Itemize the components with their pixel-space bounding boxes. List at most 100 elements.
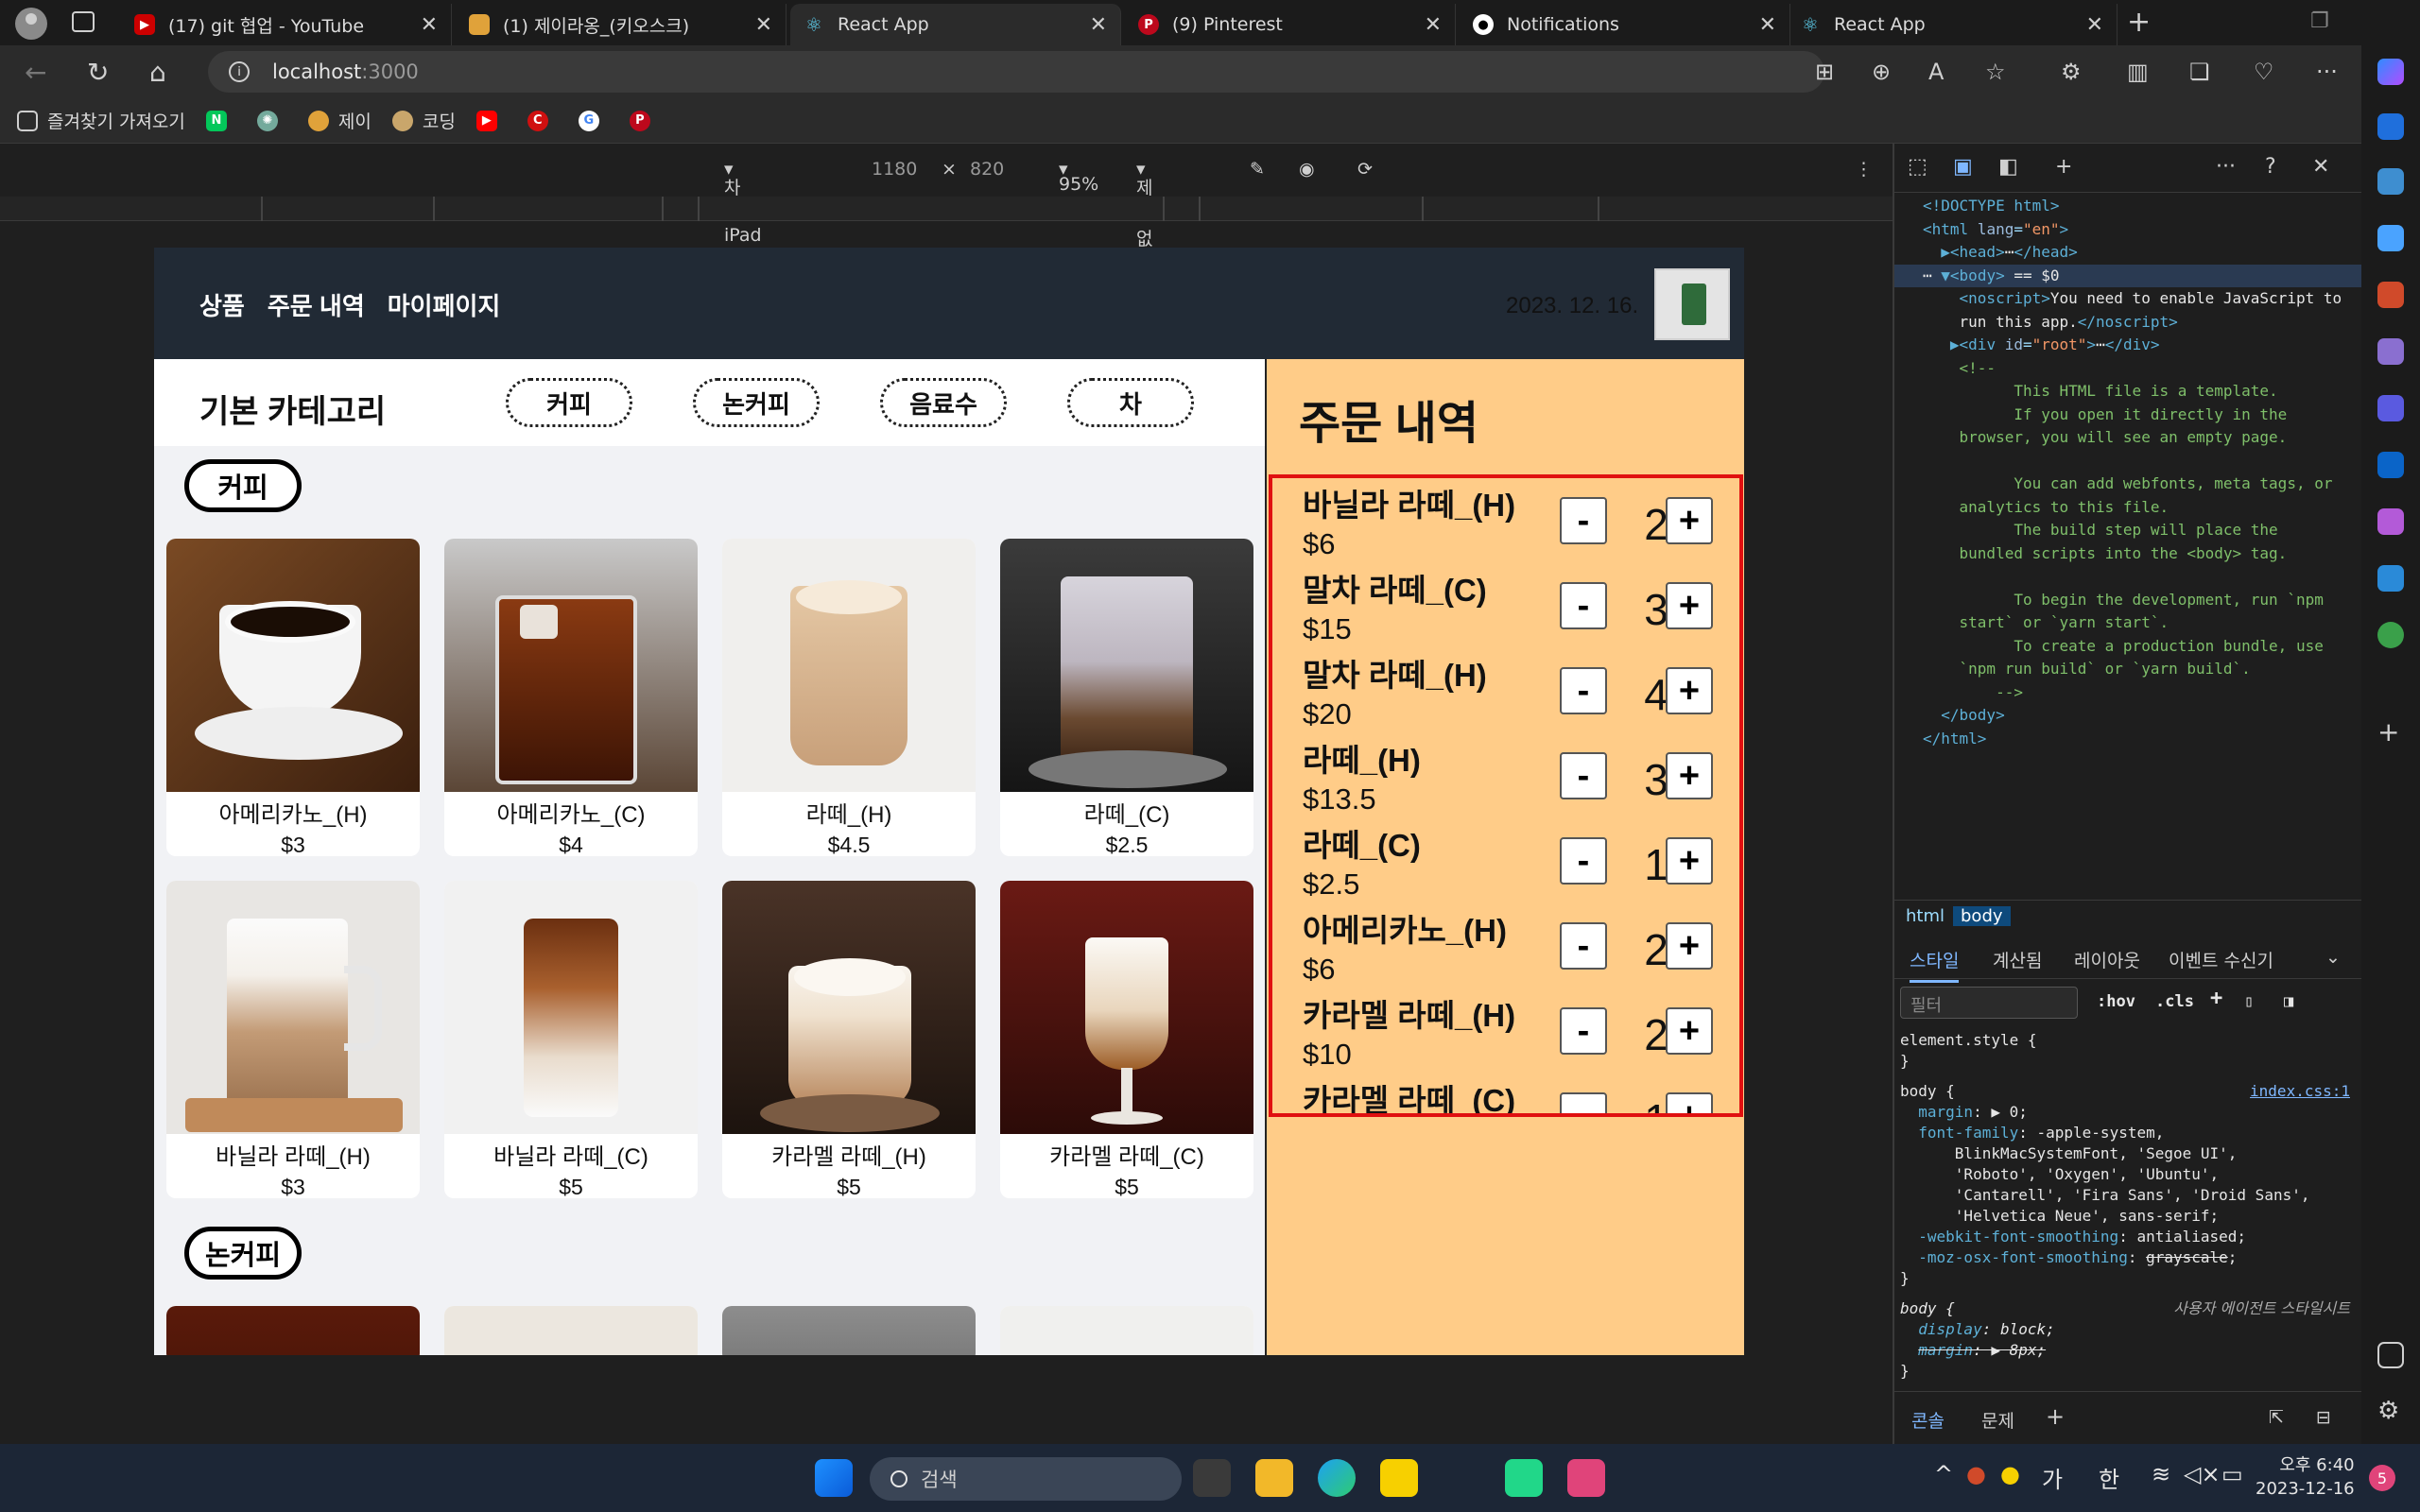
favorite-naver[interactable]: N: [205, 110, 236, 131]
close-tab-icon[interactable]: ✕: [1090, 13, 1107, 37]
tools-icon[interactable]: [2377, 282, 2404, 308]
kakaotalk-icon[interactable]: [1380, 1459, 1418, 1497]
tab-actions-icon[interactable]: [72, 11, 95, 32]
shopping-icon[interactable]: [2377, 225, 2404, 251]
ime-mode[interactable]: 가: [2042, 1461, 2063, 1494]
tray-chevron-icon[interactable]: ^: [1934, 1461, 1953, 1487]
elements-tree[interactable]: <!DOCTYPE html> <html lang="en"> ▶<head>…: [1894, 195, 2361, 750]
tab-styles[interactable]: 스타일: [1910, 947, 1960, 983]
back-icon[interactable]: ←: [25, 57, 46, 88]
help-icon[interactable]: ?: [2265, 155, 2276, 179]
taskbar-search[interactable]: 검색: [870, 1457, 1182, 1501]
windows-start-icon[interactable]: [815, 1459, 853, 1497]
dock-icon[interactable]: ◧: [1998, 155, 2018, 179]
product-card[interactable]: 바닐라 라떼_(C) $5: [444, 881, 698, 1198]
nav-products[interactable]: 상품: [199, 287, 245, 322]
tree-icon[interactable]: [2377, 622, 2404, 648]
site-info-icon[interactable]: i: [229, 61, 250, 82]
product-card[interactable]: [166, 1306, 420, 1355]
product-card[interactable]: [1000, 1306, 1253, 1355]
category-coffee-button[interactable]: 커피: [506, 378, 632, 427]
new-tab-icon[interactable]: +: [2127, 6, 2151, 39]
inspect-icon[interactable]: ⬚: [1908, 155, 1927, 179]
product-card[interactable]: 카라멜 라떼_(H) $5: [722, 881, 976, 1198]
tab-notifications[interactable]: ● Notifications ✕: [1460, 4, 1790, 45]
battery-icon[interactable]: ▭: [2221, 1461, 2243, 1487]
product-card[interactable]: 라떼_(H) $4.5: [722, 539, 976, 856]
favorite-youtube[interactable]: ▶: [475, 110, 507, 131]
tab-kiosk[interactable]: (1) 제이라옹_(키오스크) ✕: [456, 4, 786, 45]
split-screen-icon[interactable]: ▥: [2127, 59, 2149, 85]
increase-qty-button[interactable]: +: [1666, 1007, 1713, 1055]
order-list[interactable]: 바닐라 라떼_(H) $6 - 2 + 말차 라떼_(C) $15 - 3 + …: [1269, 474, 1743, 1117]
increase-qty-button[interactable]: +: [1666, 582, 1713, 629]
decrease-qty-button[interactable]: -: [1560, 1092, 1607, 1113]
pycharm-icon[interactable]: [1505, 1459, 1543, 1497]
increase-qty-button[interactable]: +: [1666, 922, 1713, 970]
increase-qty-button[interactable]: +: [1666, 497, 1713, 544]
edge-icon[interactable]: [1318, 1459, 1356, 1497]
language-indicator[interactable]: 한: [2099, 1461, 2119, 1494]
snipping-tool-icon[interactable]: [1567, 1459, 1605, 1497]
sensor-icon[interactable]: ✎: [1250, 159, 1265, 180]
class-toggle[interactable]: .cls: [2155, 992, 2194, 1011]
restore-window-icon[interactable]: ❐: [2310, 9, 2329, 33]
vision-icon[interactable]: ◉: [1299, 159, 1315, 180]
favorite-jay[interactable]: 제이: [307, 108, 372, 133]
hover-state-toggle[interactable]: :hov: [2097, 992, 2135, 1011]
collections-icon[interactable]: ❏: [2189, 59, 2210, 85]
increase-qty-button[interactable]: +: [1666, 667, 1713, 714]
refresh-icon[interactable]: ↻: [87, 57, 109, 88]
hide-sidebar-icon[interactable]: [2377, 1342, 2404, 1368]
nav-orders[interactable]: 주문 내역: [268, 287, 365, 322]
nav-mypage[interactable]: 마이페이지: [388, 287, 501, 322]
close-tab-icon[interactable]: ✕: [1759, 13, 1776, 37]
category-tea-button[interactable]: 차: [1067, 378, 1194, 427]
wifi-icon[interactable]: ≋: [2152, 1461, 2170, 1487]
increase-qty-button[interactable]: +: [1666, 837, 1713, 885]
browser-essentials-icon[interactable]: ♡: [2254, 59, 2274, 85]
device-more-icon[interactable]: ⋮: [1855, 159, 1873, 180]
throttle-select[interactable]: 제한 없음 ▾: [1136, 159, 1152, 275]
decrease-qty-button[interactable]: -: [1560, 1007, 1607, 1055]
favorite-star-icon[interactable]: ☆: [1985, 59, 2006, 85]
search-icon[interactable]: [2377, 168, 2404, 195]
product-card[interactable]: 아메리카노_(C) $4: [444, 539, 698, 856]
decrease-qty-button[interactable]: -: [1560, 837, 1607, 885]
product-card[interactable]: [444, 1306, 698, 1355]
increase-qty-button[interactable]: +: [1666, 752, 1713, 799]
product-card[interactable]: 라떼_(C) $2.5: [1000, 539, 1253, 856]
app-available-icon[interactable]: ⊞: [1815, 59, 1834, 85]
favorite-google[interactable]: G: [578, 110, 609, 131]
device-height-input[interactable]: 820: [970, 159, 1004, 180]
decrease-qty-button[interactable]: -: [1560, 922, 1607, 970]
extensions-icon[interactable]: ⚙: [2061, 59, 2082, 85]
crumb-body[interactable]: body: [1953, 906, 2011, 926]
more-menu-icon[interactable]: ···: [2316, 59, 2338, 85]
rotate-icon[interactable]: ⟳: [1357, 159, 1373, 180]
tray-app-icon[interactable]: ●: [1966, 1461, 1986, 1487]
profile-thumbnail[interactable]: [1654, 268, 1730, 340]
product-card[interactable]: 카라멜 라떼_(C) $5: [1000, 881, 1253, 1198]
favorite-c[interactable]: C: [527, 110, 558, 131]
paint-icon[interactable]: ▯: [2244, 992, 2254, 1011]
read-aloud-icon[interactable]: A: [1928, 59, 1944, 85]
tab-youtube[interactable]: ▶ (17) git 협업 - YouTube ✕: [121, 4, 452, 45]
device-select[interactable]: 차원: iPad Air ▾: [724, 159, 762, 266]
favorite-import[interactable]: 즐겨찾기 가져오기: [17, 108, 185, 133]
close-tab-icon[interactable]: ✕: [421, 13, 438, 37]
category-drinks-button[interactable]: 음료수: [880, 378, 1007, 427]
outlook-icon[interactable]: [2377, 452, 2404, 478]
tab-pinterest[interactable]: P (9) Pinterest ✕: [1125, 4, 1456, 45]
tab-react-app-active[interactable]: ⚛ React App ✕: [790, 4, 1121, 45]
copilot-icon[interactable]: [2377, 59, 2404, 85]
task-view-icon[interactable]: [1193, 1459, 1231, 1497]
add-sidebar-icon[interactable]: +: [2377, 716, 2404, 747]
close-tab-icon[interactable]: ✕: [1425, 13, 1442, 37]
device-width-input[interactable]: 1180: [872, 159, 917, 180]
tab-console[interactable]: 콘솔: [1911, 1407, 1945, 1433]
close-devtools-icon[interactable]: ✕: [2312, 155, 2329, 179]
favorite-pinterest[interactable]: P: [629, 110, 660, 131]
volume-muted-icon[interactable]: ◁×: [2184, 1461, 2221, 1487]
crumb-html[interactable]: html: [1898, 906, 1952, 926]
